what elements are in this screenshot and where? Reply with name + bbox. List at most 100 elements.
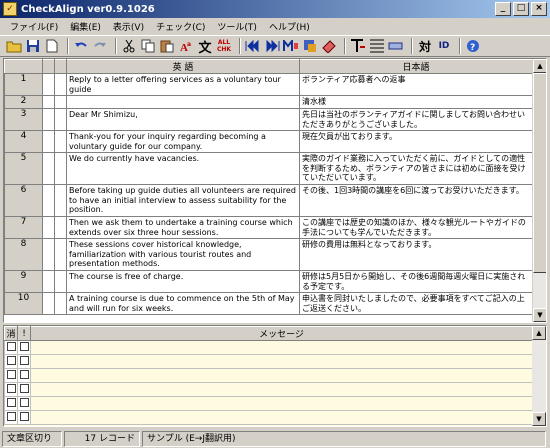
save-icon[interactable] [25,38,41,54]
row-flag[interactable] [42,216,55,239]
flag-checkbox[interactable] [19,341,29,351]
delete-checkbox[interactable] [6,397,16,407]
japanese-cell[interactable]: ボランティア応募者への返事 [299,73,532,96]
mark-alt-icon[interactable] [302,38,318,54]
delete-checkbox[interactable] [6,341,16,351]
flag-checkbox[interactable] [19,383,29,393]
english-cell[interactable] [66,95,300,109]
open-folder-icon[interactable] [6,38,22,54]
scroll-up-arrow-icon[interactable]: ▲ [532,326,546,340]
message-cell[interactable] [30,382,533,397]
menu-tools[interactable]: ツール(T) [211,20,263,33]
japanese-cell[interactable]: 先日は当社のボランティアガイドに関しましてお問い合わせいただきありがとうございま… [299,108,532,131]
flag-icon[interactable] [388,38,404,54]
row-flag[interactable] [54,130,67,153]
font-icon[interactable]: Aa [178,38,194,54]
row-flag[interactable] [54,270,67,293]
japanese-cell[interactable]: 清水様 [299,95,532,109]
paste-icon[interactable] [159,38,175,54]
minimize-button[interactable]: _ [495,2,511,16]
next-mark-icon[interactable] [264,38,280,54]
cut-icon[interactable] [121,38,137,54]
menu-file[interactable]: ファイル(F) [4,20,64,33]
maximize-button[interactable]: □ [513,2,529,16]
row-number[interactable]: 1 [4,73,43,96]
row-flag[interactable] [54,238,67,271]
check-all-icon[interactable]: ALL CHK [216,38,232,54]
japanese-cell[interactable]: 研修は5月5日から開始し、その後6週間毎週火曜日に実施される予定です。 [299,270,532,293]
grid-vertical-scrollbar[interactable]: ▲ ▼ [532,59,546,322]
row-number[interactable]: 7 [4,216,43,239]
row-flag[interactable] [54,108,67,131]
copy-icon[interactable] [140,38,156,54]
delete-checkbox[interactable] [6,411,16,421]
english-cell[interactable]: The course is free of charge. [66,270,300,293]
english-cell[interactable]: Before taking up guide duties all volunt… [66,184,300,217]
row-number[interactable]: 10 [4,292,43,315]
flag-checkbox[interactable] [19,411,29,421]
row-number[interactable]: 9 [4,270,43,293]
text-icon[interactable]: 文 [197,38,213,56]
row-flag[interactable] [42,73,55,96]
row-flag[interactable] [54,152,67,185]
english-cell[interactable]: Dear Mr Shimizu, [66,108,300,131]
scroll-down-arrow-icon[interactable]: ▼ [533,308,546,322]
new-icon[interactable] [44,38,60,54]
row-flag[interactable] [54,184,67,217]
delete-checkbox[interactable] [6,355,16,365]
row-number[interactable]: 8 [4,238,43,271]
flag-checkbox[interactable] [19,355,29,365]
scroll-down-arrow-icon[interactable]: ▼ [532,412,546,426]
flag-checkbox[interactable] [19,397,29,407]
row-flag[interactable] [54,95,67,109]
message-cell[interactable] [30,410,533,425]
message-cell[interactable] [30,396,533,411]
alignment-grid[interactable]: 英 語 日本語 1 Reply to a letter offering ser… [3,58,547,323]
japanese-header[interactable]: 日本語 [299,59,532,74]
row-flag[interactable] [54,216,67,239]
pair-alt-icon[interactable]: ID [436,38,452,54]
message-panel[interactable]: 消 ! メッセージ ▲ ▼ [3,325,547,427]
row-number[interactable]: 2 [4,95,43,109]
row-flag[interactable] [42,270,55,293]
row-flag[interactable] [42,95,55,109]
eraser-icon[interactable] [321,38,337,54]
row-flag[interactable] [42,108,55,131]
english-cell[interactable]: These sessions cover historical knowledg… [66,238,300,271]
english-cell[interactable]: We do currently have vacancies. [66,152,300,185]
message-cell[interactable] [30,340,533,355]
delete-checkbox[interactable] [6,369,16,379]
undo-icon[interactable] [73,38,89,54]
english-cell[interactable]: Thank-you for your inquiry regarding bec… [66,130,300,153]
japanese-cell[interactable]: 申込書を同封いたしましたので、必要事項をすべてご記入の上ご返送ください。 [299,292,532,315]
help-icon[interactable]: ? [465,38,481,54]
prev-mark-icon[interactable] [245,38,261,54]
mark-icon[interactable] [283,38,299,54]
redo-icon[interactable] [92,38,108,54]
english-cell[interactable]: A training course is due to commence on … [66,292,300,315]
english-header[interactable]: 英 語 [66,59,300,74]
row-number[interactable]: 4 [4,130,43,153]
message-cell[interactable] [30,368,533,383]
message-cell[interactable] [30,354,533,369]
english-cell[interactable]: Then we ask them to undertake a training… [66,216,300,239]
menu-edit[interactable]: 編集(E) [64,20,107,33]
japanese-cell[interactable]: 研修の費用は無料となっております。 [299,238,532,271]
row-flag[interactable] [42,184,55,217]
menu-view[interactable]: 表示(V) [107,20,150,33]
row-flag[interactable] [42,130,55,153]
align-icon[interactable] [350,38,366,54]
row-flag[interactable] [54,292,67,315]
japanese-cell[interactable]: この講座では歴史の知識のほか、様々な観光ルートやガイドの手法についても学んでいた… [299,216,532,239]
align-justify-icon[interactable] [369,38,385,54]
pair-icon[interactable]: 対 [417,38,433,54]
row-number[interactable]: 5 [4,152,43,185]
scroll-up-arrow-icon[interactable]: ▲ [533,59,546,73]
row-flag[interactable] [42,152,55,185]
close-button[interactable]: × [531,2,547,16]
english-cell[interactable]: Reply to a letter offering services as a… [66,73,300,96]
menu-help[interactable]: ヘルプ(H) [263,20,316,33]
row-number[interactable]: 6 [4,184,43,217]
menu-check[interactable]: チェック(C) [150,20,211,33]
row-flag[interactable] [54,73,67,96]
